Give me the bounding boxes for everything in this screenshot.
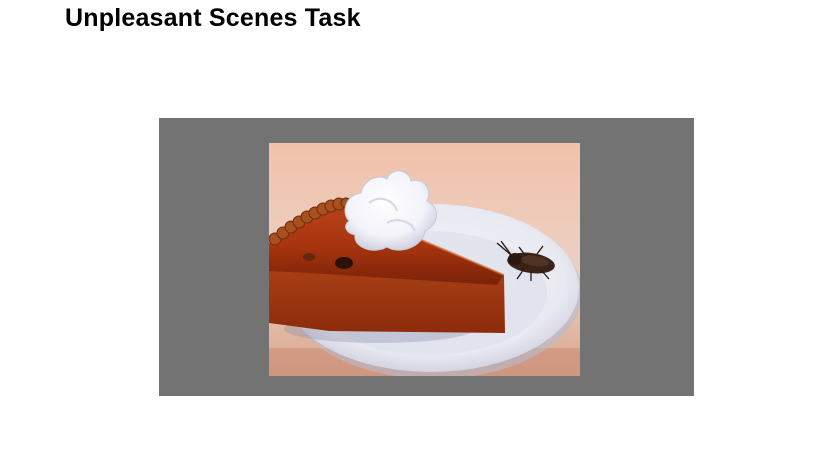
stimulus-frame [159,118,694,396]
stimulus-photo [269,143,580,376]
slide-title: Unpleasant Scenes Task [65,4,361,32]
